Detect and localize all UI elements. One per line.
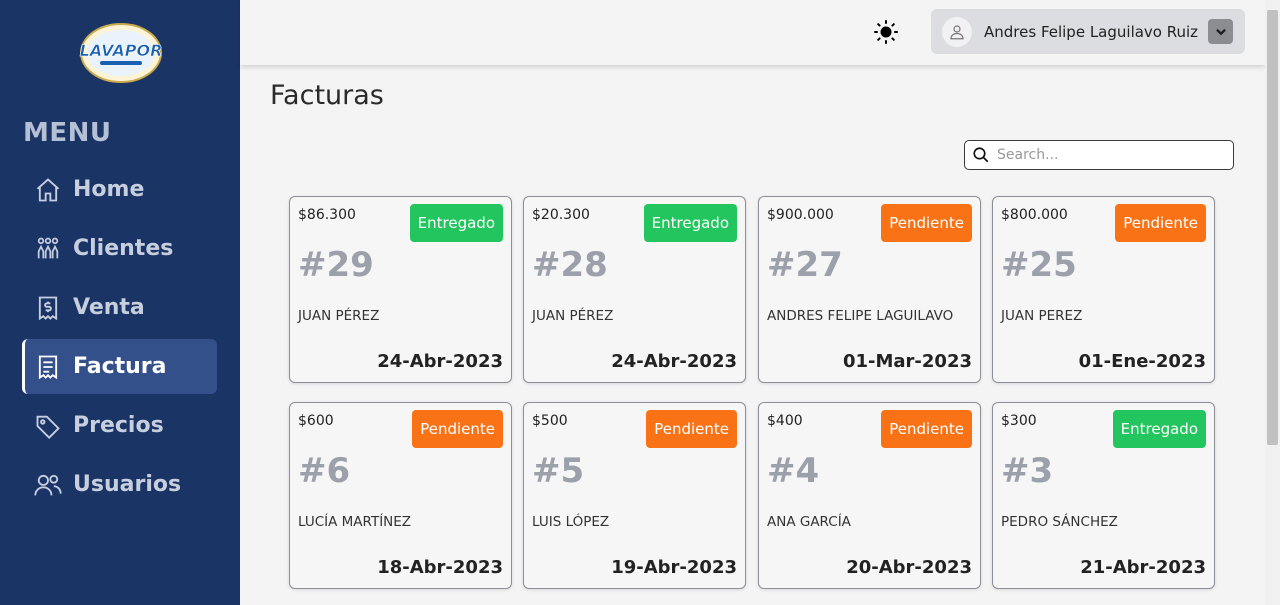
sidebar: LAVAPOR MENU Home Clientes Venta Factura…	[0, 0, 240, 605]
invoice-card[interactable]: $300 Entregado #3 PEDRO SÁNCHEZ 21-Abr-2023	[992, 402, 1215, 589]
invoice-number: #5	[532, 451, 585, 491]
invoice-number: #27	[767, 245, 843, 285]
invoice-price: $900.000	[767, 207, 834, 223]
invoice-client: JUAN PEREZ	[1001, 308, 1083, 324]
invoice-date: 19-Abr-2023	[611, 557, 737, 578]
invoice-price: $86.300	[298, 207, 356, 223]
invoice-card[interactable]: $800.000 Pendiente #25 JUAN PEREZ 01-Ene-202…	[992, 196, 1215, 383]
invoice-card[interactable]: $500 Pendiente #5 LUIS LÓPEZ 19-Abr-2023	[523, 402, 746, 589]
invoice-price: $600	[298, 413, 334, 429]
invoice-client: LUIS LÓPEZ	[532, 514, 610, 530]
svg-text:LAVAPOR: LAVAPOR	[80, 41, 163, 60]
sidebar-item-label: Factura	[73, 354, 167, 379]
user-menu[interactable]: Andres Felipe Laguilavo Ruiz	[931, 9, 1245, 54]
status-badge: Entregado	[409, 204, 503, 242]
users-group-icon	[33, 234, 63, 264]
invoice-client: JUAN PÉREZ	[532, 308, 614, 324]
search-input[interactable]	[997, 147, 1217, 163]
invoice-price: $300	[1001, 413, 1037, 429]
invoice-date: 20-Abr-2023	[846, 557, 972, 578]
status-badge: Entregado	[643, 204, 737, 242]
receipt-dollar-icon	[33, 293, 63, 323]
sidebar-item-factura[interactable]: Factura	[22, 339, 217, 394]
sidebar-item-label: Clientes	[73, 236, 174, 261]
invoice-number: #25	[1001, 245, 1077, 285]
invoice-date: 24-Abr-2023	[377, 351, 503, 372]
invoice-icon	[33, 352, 63, 382]
menu-title: MENU	[23, 118, 112, 148]
scrollbar-thumb[interactable]	[1267, 10, 1278, 445]
invoice-card[interactable]: $600 Pendiente #6 LUCÍA MARTÍNEZ 18-Abr-2023	[289, 402, 512, 589]
invoice-price: $500	[532, 413, 568, 429]
chevron-down-icon	[1215, 28, 1226, 35]
invoice-number: #6	[298, 451, 351, 491]
avatar	[942, 16, 972, 47]
status-badge: Pendiente	[412, 410, 503, 448]
top-bar: Andres Felipe Laguilavo Ruiz	[240, 0, 1265, 65]
sidebar-item-venta[interactable]: Venta	[22, 280, 217, 335]
user-icon	[950, 24, 964, 39]
sidebar-item-label: Usuarios	[73, 472, 182, 497]
sidebar-item-label: Home	[73, 177, 145, 202]
tag-icon	[33, 411, 63, 441]
status-badge: Entregado	[1112, 410, 1206, 448]
sidebar-item-label: Venta	[73, 295, 145, 320]
invoice-card[interactable]: $900.000 Pendiente #27 ANDRES FELIPE LAGUIL…	[758, 196, 981, 383]
page-title: Facturas	[270, 80, 384, 111]
status-badge: Pendiente	[1115, 204, 1206, 242]
home-icon	[33, 175, 63, 205]
invoice-number: #3	[1001, 451, 1054, 491]
invoice-client: LUCÍA MARTÍNEZ	[298, 514, 412, 530]
sidebar-item-precios[interactable]: Precios	[22, 398, 217, 453]
invoice-date: 01-Mar-2023	[842, 351, 972, 372]
lavapor-logo[interactable]: LAVAPOR	[76, 20, 166, 86]
sidebar-item-home[interactable]: Home	[22, 162, 217, 217]
sun-icon[interactable]	[874, 20, 898, 44]
invoice-date: 18-Abr-2023	[377, 557, 503, 578]
invoice-price: $20.300	[532, 207, 590, 223]
users-icon	[33, 470, 63, 500]
invoice-number: #29	[298, 245, 374, 285]
invoice-client: PEDRO SÁNCHEZ	[1001, 514, 1118, 530]
invoice-client: JUAN PÉREZ	[298, 308, 380, 324]
invoice-date: 21-Abr-2023	[1080, 557, 1206, 578]
search-box[interactable]	[964, 140, 1234, 170]
status-badge: Pendiente	[646, 410, 737, 448]
invoice-number: #4	[767, 451, 820, 491]
user-name: Andres Felipe Laguilavo Ruiz	[984, 22, 1199, 41]
invoice-client: ANA GARCÍA	[767, 514, 851, 530]
invoice-card[interactable]: $400 Pendiente #4 ANA GARCÍA 20-Abr-2023	[758, 402, 981, 589]
sidebar-item-usuarios[interactable]: Usuarios	[22, 457, 217, 512]
invoice-date: 24-Abr-2023	[611, 351, 737, 372]
status-badge: Pendiente	[881, 204, 972, 242]
invoice-date: 01-Ene-2023	[1078, 351, 1206, 372]
search-icon	[973, 147, 989, 163]
user-dropdown-button[interactable]	[1208, 19, 1234, 44]
invoice-card[interactable]: $20.300 Entregado #28 JUAN PÉREZ 24-Abr-2023	[523, 196, 746, 383]
status-badge: Pendiente	[881, 410, 972, 448]
invoice-number: #28	[532, 245, 608, 285]
sidebar-item-label: Precios	[73, 413, 164, 438]
invoice-card[interactable]: $86.300 Entregado #29 JUAN PÉREZ 24-Abr-2023	[289, 196, 512, 383]
invoice-price: $400	[767, 413, 803, 429]
sidebar-item-clientes[interactable]: Clientes	[22, 221, 217, 276]
invoice-client: ANDRES FELIPE LAGUILAVO	[767, 308, 954, 324]
invoice-price: $800.000	[1001, 207, 1068, 223]
